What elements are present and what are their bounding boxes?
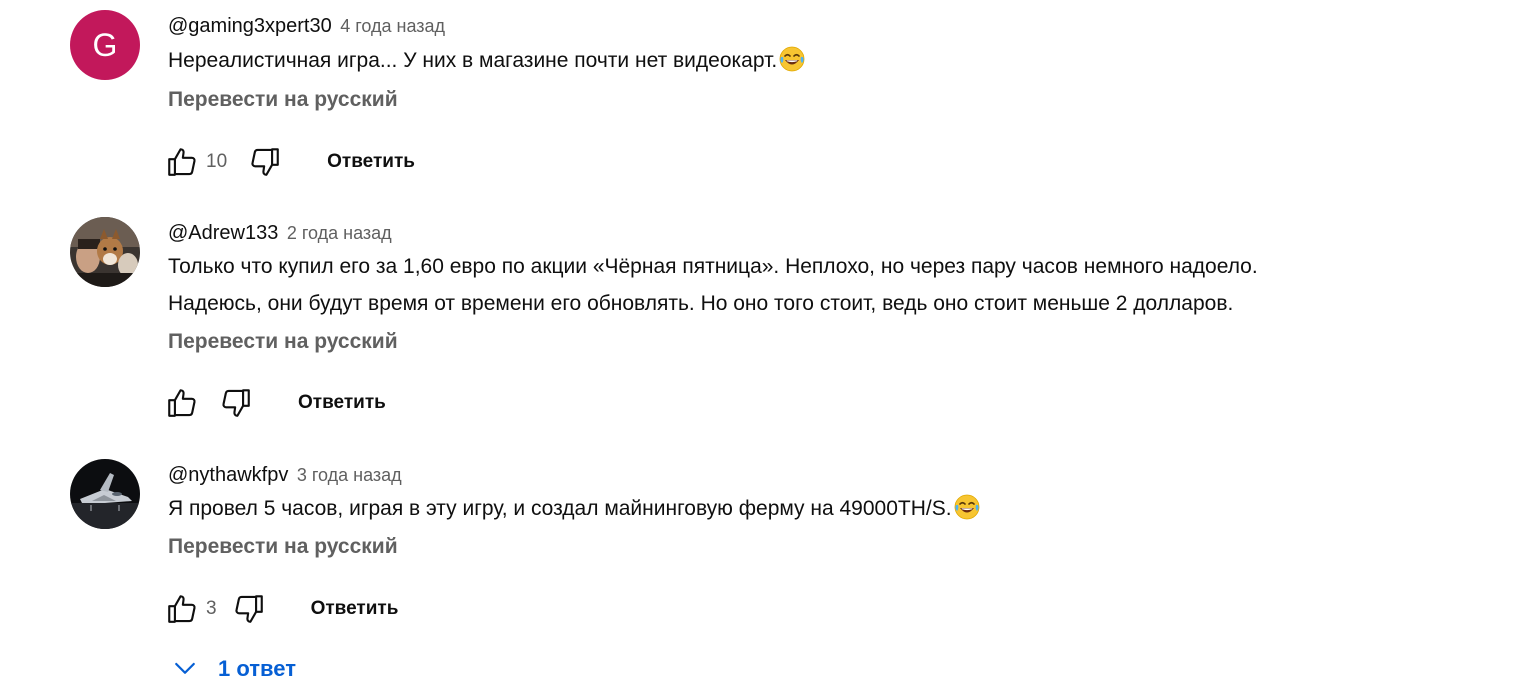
comment-body: @Adrew133 2 года назад Только что купил … — [168, 217, 1498, 360]
dislike-icon[interactable] — [247, 144, 283, 180]
like-icon[interactable] — [164, 591, 200, 627]
translate-button[interactable]: Перевести на русский — [168, 82, 1498, 118]
like-count: 3 — [206, 598, 217, 619]
author-name[interactable]: @nythawkfpv — [168, 464, 288, 486]
author-name[interactable]: @Adrew133 — [168, 222, 278, 244]
comment-actions: Ответить — [164, 383, 386, 423]
comment-text-line: Надеюсь, они будут время от времени его … — [168, 292, 1234, 315]
chevron-down-icon — [170, 654, 200, 684]
comment-text: Нереалистичная игра... У них в магазине … — [168, 42, 1498, 79]
reply-button[interactable]: Ответить — [327, 151, 415, 173]
avatar[interactable] — [70, 459, 140, 529]
replies-count-label: 1 ответ — [218, 656, 296, 681]
comment-time[interactable]: 3 года назад — [297, 465, 402, 485]
comment-text-line: Только что купил его за 1,60 евро по акц… — [168, 255, 1258, 278]
comment-body: @nythawkfpv 3 года назад Я провел 5 часо… — [168, 459, 1498, 565]
show-replies-button[interactable]: 1 ответ — [170, 650, 296, 688]
comment-time[interactable]: 4 года назад — [340, 16, 445, 36]
dislike-icon[interactable] — [231, 591, 267, 627]
comment-actions: 3 Ответить — [164, 589, 398, 629]
tears-of-joy-emoji-icon — [954, 494, 979, 520]
comment-actions: 10 Ответить — [164, 142, 415, 182]
avatar[interactable] — [70, 217, 140, 287]
tears-of-joy-emoji-icon — [779, 46, 805, 72]
translate-button[interactable]: Перевести на русский — [168, 529, 1498, 565]
comment-body: @gaming3xpert30 4 года назад Нереалистич… — [168, 10, 1498, 118]
comment-text: Только что купил его за 1,60 евро по акц… — [168, 248, 1498, 322]
comment-text-content: Нереалистичная игра... У них в магазине … — [168, 49, 778, 72]
like-icon[interactable] — [164, 144, 200, 180]
like-icon[interactable] — [164, 385, 200, 421]
comment-header: @nythawkfpv 3 года назад — [168, 461, 1498, 489]
comment-header: @gaming3xpert30 4 года назад — [168, 12, 1498, 40]
author-name[interactable]: @gaming3xpert30 — [168, 15, 332, 37]
comment-header: @Adrew133 2 года назад — [168, 219, 1498, 247]
comment-time[interactable]: 2 года назад — [287, 223, 392, 243]
comment-text-content: Я провел 5 часов, играя в эту игру, и со… — [168, 497, 952, 520]
reply-button[interactable]: Ответить — [311, 598, 399, 620]
comment-text: Я провел 5 часов, играя в эту игру, и со… — [168, 490, 1498, 527]
like-count: 10 — [206, 151, 228, 172]
dislike-icon[interactable] — [218, 385, 254, 421]
avatar[interactable]: G — [70, 10, 140, 80]
reply-button[interactable]: Ответить — [298, 392, 386, 414]
translate-button[interactable]: Перевести на русский — [168, 324, 1498, 360]
